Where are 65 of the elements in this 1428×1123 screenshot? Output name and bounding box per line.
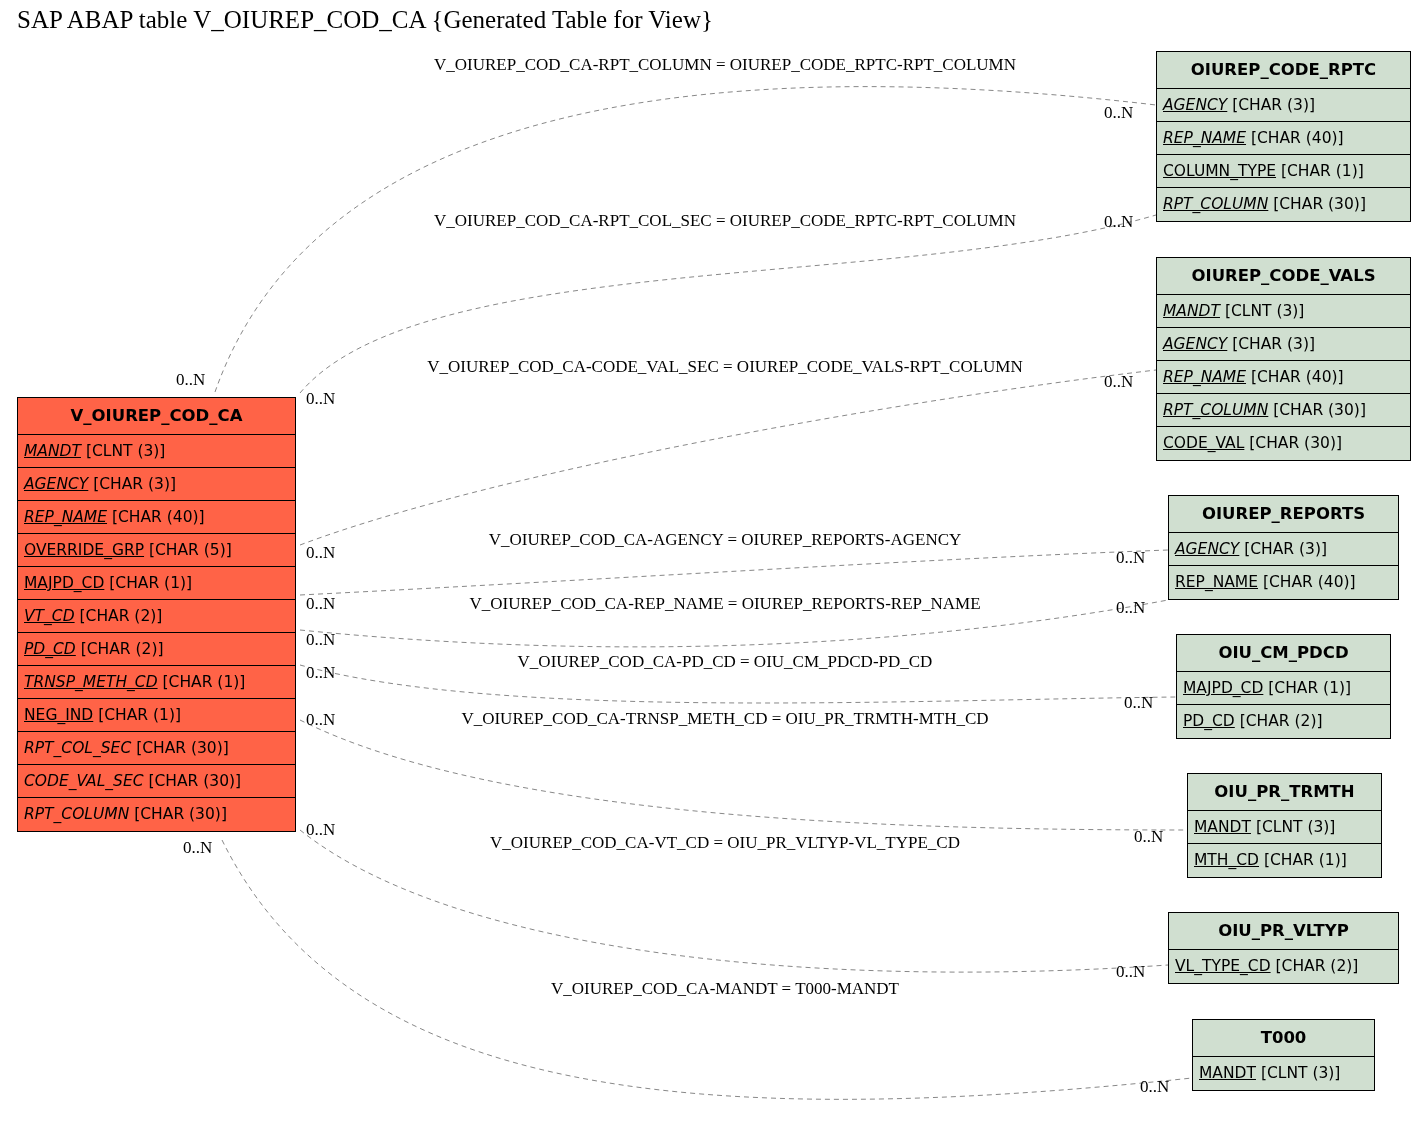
table-field: RPT_COL_SEC [CHAR (30)] bbox=[18, 732, 295, 765]
cardinality-label: 0..N bbox=[1104, 212, 1134, 232]
relation-label: V_OIUREP_COD_CA-AGENCY = OIUREP_REPORTS-AGENCY bbox=[488, 530, 962, 550]
table-field: REP_NAME [CHAR (40)] bbox=[1157, 361, 1410, 394]
table-field: MANDT [CLNT (3)] bbox=[1193, 1057, 1374, 1090]
table-field: CODE_VAL [CHAR (30)] bbox=[1157, 427, 1410, 460]
cardinality-label: 0..N bbox=[1140, 1077, 1170, 1097]
table-name: OIU_CM_PDCD bbox=[1177, 635, 1390, 672]
table-field: MAJPD_CD [CHAR (1)] bbox=[18, 567, 295, 600]
cardinality-label: 0..N bbox=[306, 663, 336, 683]
relation-label: V_OIUREP_COD_CA-TRNSP_METH_CD = OIU_PR_TRMTH-MTH_CD bbox=[461, 709, 989, 729]
relation-label: V_OIUREP_COD_CA-PD_CD = OIU_CM_PDCD-PD_CD bbox=[517, 652, 933, 672]
table-name: V_OIUREP_COD_CA bbox=[18, 398, 295, 435]
page-title: SAP ABAP table V_OIUREP_COD_CA {Generated Table for View} bbox=[17, 6, 713, 34]
table-field: TRNSP_METH_CD [CHAR (1)] bbox=[18, 666, 295, 699]
cardinality-label: 0..N bbox=[1104, 372, 1134, 392]
cardinality-label: 0..N bbox=[306, 594, 336, 614]
table-field: MANDT [CLNT (3)] bbox=[1188, 811, 1381, 844]
table-field: OVERRIDE_GRP [CHAR (5)] bbox=[18, 534, 295, 567]
relation-label: V_OIUREP_COD_CA-MANDT = T000-MANDT bbox=[551, 979, 899, 999]
table-field: RPT_COLUMN [CHAR (30)] bbox=[1157, 394, 1410, 427]
table-field: NEG_IND [CHAR (1)] bbox=[18, 699, 295, 732]
cardinality-label: 0..N bbox=[176, 370, 206, 390]
table-field: MANDT [CLNT (3)] bbox=[1157, 295, 1410, 328]
table-field: MANDT [CLNT (3)] bbox=[18, 435, 295, 468]
table-field: REP_NAME [CHAR (40)] bbox=[1157, 122, 1410, 155]
table-name: OIUREP_CODE_VALS bbox=[1157, 258, 1410, 295]
table-name: OIU_PR_VLTYP bbox=[1169, 913, 1398, 950]
table-field: REP_NAME [CHAR (40)] bbox=[18, 501, 295, 534]
cardinality-label: 0..N bbox=[183, 838, 213, 858]
cardinality-label: 0..N bbox=[1104, 103, 1134, 123]
table-field: REP_NAME [CHAR (40)] bbox=[1169, 566, 1398, 599]
cardinality-label: 0..N bbox=[1116, 548, 1146, 568]
cardinality-label: 0..N bbox=[306, 710, 336, 730]
table-field: AGENCY [CHAR (3)] bbox=[1157, 328, 1410, 361]
cardinality-label: 0..N bbox=[1134, 827, 1164, 847]
relation-label: V_OIUREP_COD_CA-RPT_COL_SEC = OIUREP_CODE_RPTC-RPT_COLUMN bbox=[434, 211, 1016, 231]
cardinality-label: 0..N bbox=[306, 820, 336, 840]
table-field: AGENCY [CHAR (3)] bbox=[1157, 89, 1410, 122]
relation-label: V_OIUREP_COD_CA-VT_CD = OIU_PR_VLTYP-VL_TYPE_CD bbox=[490, 833, 960, 853]
cardinality-label: 0..N bbox=[1124, 693, 1154, 713]
cardinality-label: 0..N bbox=[306, 543, 336, 563]
table-field: MTH_CD [CHAR (1)] bbox=[1188, 844, 1381, 877]
cardinality-label: 0..N bbox=[1116, 962, 1146, 982]
table-field: RPT_COLUMN [CHAR (30)] bbox=[1157, 188, 1410, 221]
table-field: RPT_COLUMN [CHAR (30)] bbox=[18, 798, 295, 831]
table-field: VT_CD [CHAR (2)] bbox=[18, 600, 295, 633]
table-field: PD_CD [CHAR (2)] bbox=[18, 633, 295, 666]
relation-label: V_OIUREP_COD_CA-CODE_VAL_SEC = OIUREP_CODE_VALS-RPT_COLUMN bbox=[427, 357, 1023, 377]
table-field: MAJPD_CD [CHAR (1)] bbox=[1177, 672, 1390, 705]
table-field: CODE_VAL_SEC [CHAR (30)] bbox=[18, 765, 295, 798]
table-name: OIU_PR_TRMTH bbox=[1188, 774, 1381, 811]
cardinality-label: 0..N bbox=[1116, 598, 1146, 618]
table-name: OIUREP_REPORTS bbox=[1169, 496, 1398, 533]
table-name: OIUREP_CODE_RPTC bbox=[1157, 52, 1410, 89]
table-field: PD_CD [CHAR (2)] bbox=[1177, 705, 1390, 738]
table-field: VL_TYPE_CD [CHAR (2)] bbox=[1169, 950, 1398, 983]
table-field: COLUMN_TYPE [CHAR (1)] bbox=[1157, 155, 1410, 188]
cardinality-label: 0..N bbox=[306, 630, 336, 650]
table-field: AGENCY [CHAR (3)] bbox=[18, 468, 295, 501]
relation-label: V_OIUREP_COD_CA-RPT_COLUMN = OIUREP_CODE_RPTC-RPT_COLUMN bbox=[434, 55, 1016, 75]
cardinality-label: 0..N bbox=[306, 389, 336, 409]
table-name: T000 bbox=[1193, 1020, 1374, 1057]
relation-label: V_OIUREP_COD_CA-REP_NAME = OIUREP_REPORTS-REP_NAME bbox=[469, 594, 981, 614]
table-field: AGENCY [CHAR (3)] bbox=[1169, 533, 1398, 566]
